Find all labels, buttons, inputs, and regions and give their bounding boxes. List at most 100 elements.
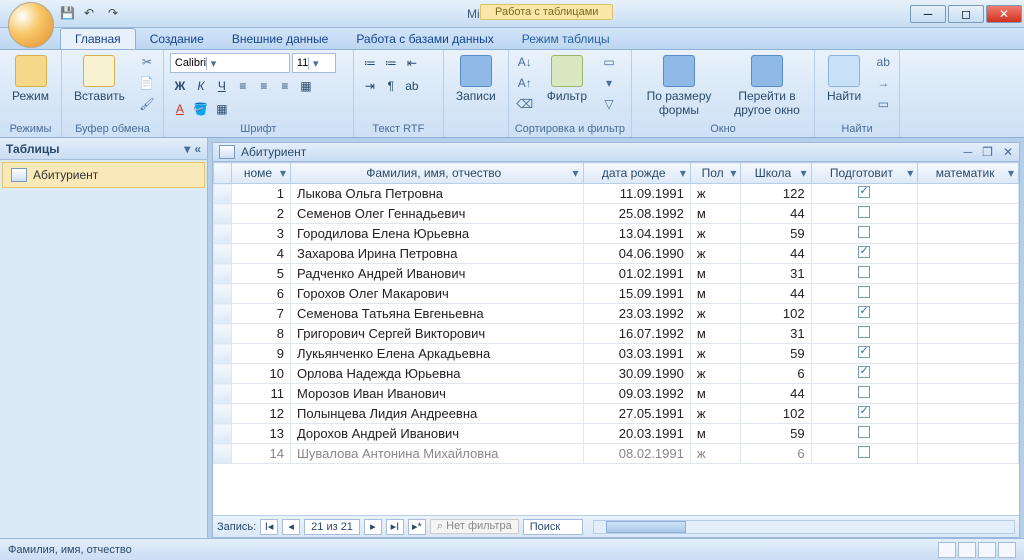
cell-math[interactable]	[918, 224, 1019, 244]
data-table[interactable]: номе▾Фамилия, имя, отчество▾дата рожде▾П…	[213, 162, 1019, 464]
cell-prep[interactable]	[811, 184, 918, 204]
align-right-icon[interactable]: ≡	[275, 76, 295, 96]
cell-dob[interactable]: 27.05.1991	[583, 404, 690, 424]
save-icon[interactable]: 💾	[60, 6, 76, 22]
cell-sex[interactable]: ж	[690, 364, 741, 384]
cell-dob[interactable]: 20.03.1991	[583, 424, 690, 444]
cell-sex[interactable]: м	[690, 424, 741, 444]
switch-window-button[interactable]: Перейти в другое окно	[726, 53, 808, 119]
cell-dob[interactable]: 16.07.1992	[583, 324, 690, 344]
row-selector[interactable]	[214, 284, 232, 304]
cell-number[interactable]: 11	[232, 384, 291, 404]
view-chart-button[interactable]	[978, 542, 996, 558]
numbered-list-icon[interactable]: ≔	[381, 53, 401, 73]
underline-button[interactable]: Ч	[212, 76, 232, 96]
cell-fio[interactable]: Лыкова Ольга Петровна	[290, 184, 583, 204]
cell-fio[interactable]: Шувалова Антонина Михайловна	[290, 444, 583, 464]
cell-number[interactable]: 5	[232, 264, 291, 284]
column-header[interactable]: Школа▾	[741, 163, 811, 184]
cell-prep[interactable]	[811, 364, 918, 384]
cell-math[interactable]	[918, 184, 1019, 204]
close-button[interactable]: ✕	[986, 5, 1022, 23]
fill-color-icon[interactable]: 🪣	[191, 99, 211, 119]
cell-prep[interactable]	[811, 384, 918, 404]
column-header[interactable]: дата рожде▾	[583, 163, 690, 184]
row-selector[interactable]	[214, 404, 232, 424]
cell-math[interactable]	[918, 364, 1019, 384]
first-record-button[interactable]: I◂	[260, 519, 278, 535]
tab-create[interactable]: Создание	[136, 29, 218, 49]
cell-number[interactable]: 7	[232, 304, 291, 324]
tab-home[interactable]: Главная	[60, 28, 136, 49]
cell-prep[interactable]	[811, 444, 918, 464]
cell-math[interactable]	[918, 304, 1019, 324]
horizontal-scrollbar[interactable]	[593, 520, 1015, 534]
gridlines-icon[interactable]: ▦	[296, 76, 316, 96]
doc-minimize-icon[interactable]: ─	[964, 145, 973, 159]
cell-school[interactable]: 44	[741, 284, 811, 304]
nav-dropdown-icon[interactable]: ▾	[184, 142, 190, 156]
cell-prep[interactable]	[811, 204, 918, 224]
view-datasheet-button[interactable]	[938, 542, 956, 558]
cell-dob[interactable]: 25.08.1992	[583, 204, 690, 224]
ltr-icon[interactable]: ¶	[381, 76, 401, 96]
cell-dob[interactable]: 03.03.1991	[583, 344, 690, 364]
cell-sex[interactable]: ж	[690, 304, 741, 324]
cell-fio[interactable]: Григорович Сергей Викторович	[290, 324, 583, 344]
cell-sex[interactable]: м	[690, 384, 741, 404]
cell-fio[interactable]: Орлова Надежда Юрьевна	[290, 364, 583, 384]
cell-sex[interactable]: ж	[690, 224, 741, 244]
cell-number[interactable]: 2	[232, 204, 291, 224]
row-selector[interactable]	[214, 204, 232, 224]
cell-number[interactable]: 12	[232, 404, 291, 424]
toggle-filter-icon[interactable]: ▽	[599, 95, 619, 113]
cell-fio[interactable]: Городилова Елена Юрьевна	[290, 224, 583, 244]
italic-button[interactable]: К	[191, 76, 211, 96]
cell-prep[interactable]	[811, 424, 918, 444]
cell-sex[interactable]: ж	[690, 404, 741, 424]
column-header[interactable]: Пол▾	[690, 163, 741, 184]
list-icon[interactable]: ≔	[360, 53, 380, 73]
clear-sort-icon[interactable]: ⌫	[515, 95, 535, 113]
nav-item-table[interactable]: Абитуриент	[2, 162, 205, 188]
cell-fio[interactable]: Семенов Олег Геннадьевич	[290, 204, 583, 224]
highlight-icon[interactable]: ab	[402, 76, 422, 96]
cut-icon[interactable]: ✂	[137, 53, 157, 71]
cell-sex[interactable]: м	[690, 264, 741, 284]
cell-fio[interactable]: Радченко Андрей Иванович	[290, 264, 583, 284]
row-selector[interactable]	[214, 224, 232, 244]
cell-sex[interactable]: ж	[690, 184, 741, 204]
doc-restore-icon[interactable]: ❐	[982, 145, 993, 159]
office-button[interactable]	[8, 2, 54, 48]
row-selector[interactable]	[214, 324, 232, 344]
cell-math[interactable]	[918, 404, 1019, 424]
cell-math[interactable]	[918, 204, 1019, 224]
view-pivot-button[interactable]	[958, 542, 976, 558]
cell-dob[interactable]: 15.09.1991	[583, 284, 690, 304]
cell-math[interactable]	[918, 324, 1019, 344]
maximize-button[interactable]: ◻	[948, 5, 984, 23]
cell-school[interactable]: 31	[741, 264, 811, 284]
tab-datasheet[interactable]: Режим таблицы	[508, 29, 624, 49]
cell-math[interactable]	[918, 444, 1019, 464]
column-header[interactable]: Подготовит▾	[811, 163, 918, 184]
cell-dob[interactable]: 09.03.1992	[583, 384, 690, 404]
cell-fio[interactable]: Горохов Олег Макарович	[290, 284, 583, 304]
cell-number[interactable]: 13	[232, 424, 291, 444]
cell-dob[interactable]: 13.04.1991	[583, 224, 690, 244]
nav-collapse-icon[interactable]: «	[194, 142, 201, 156]
cell-sex[interactable]: ж	[690, 444, 741, 464]
grid-color-icon[interactable]: ▦	[212, 99, 232, 119]
font-family-combo[interactable]: Calibri▾	[170, 53, 290, 73]
align-left-icon[interactable]: ≡	[233, 76, 253, 96]
prev-record-button[interactable]: ◂	[282, 519, 300, 535]
cell-math[interactable]	[918, 384, 1019, 404]
cell-prep[interactable]	[811, 264, 918, 284]
row-selector[interactable]	[214, 384, 232, 404]
cell-dob[interactable]: 23.03.1992	[583, 304, 690, 324]
cell-number[interactable]: 6	[232, 284, 291, 304]
row-selector[interactable]	[214, 304, 232, 324]
cell-sex[interactable]: м	[690, 324, 741, 344]
indent-right-icon[interactable]: ⇥	[360, 76, 380, 96]
select-icon[interactable]: ▭	[873, 95, 893, 113]
